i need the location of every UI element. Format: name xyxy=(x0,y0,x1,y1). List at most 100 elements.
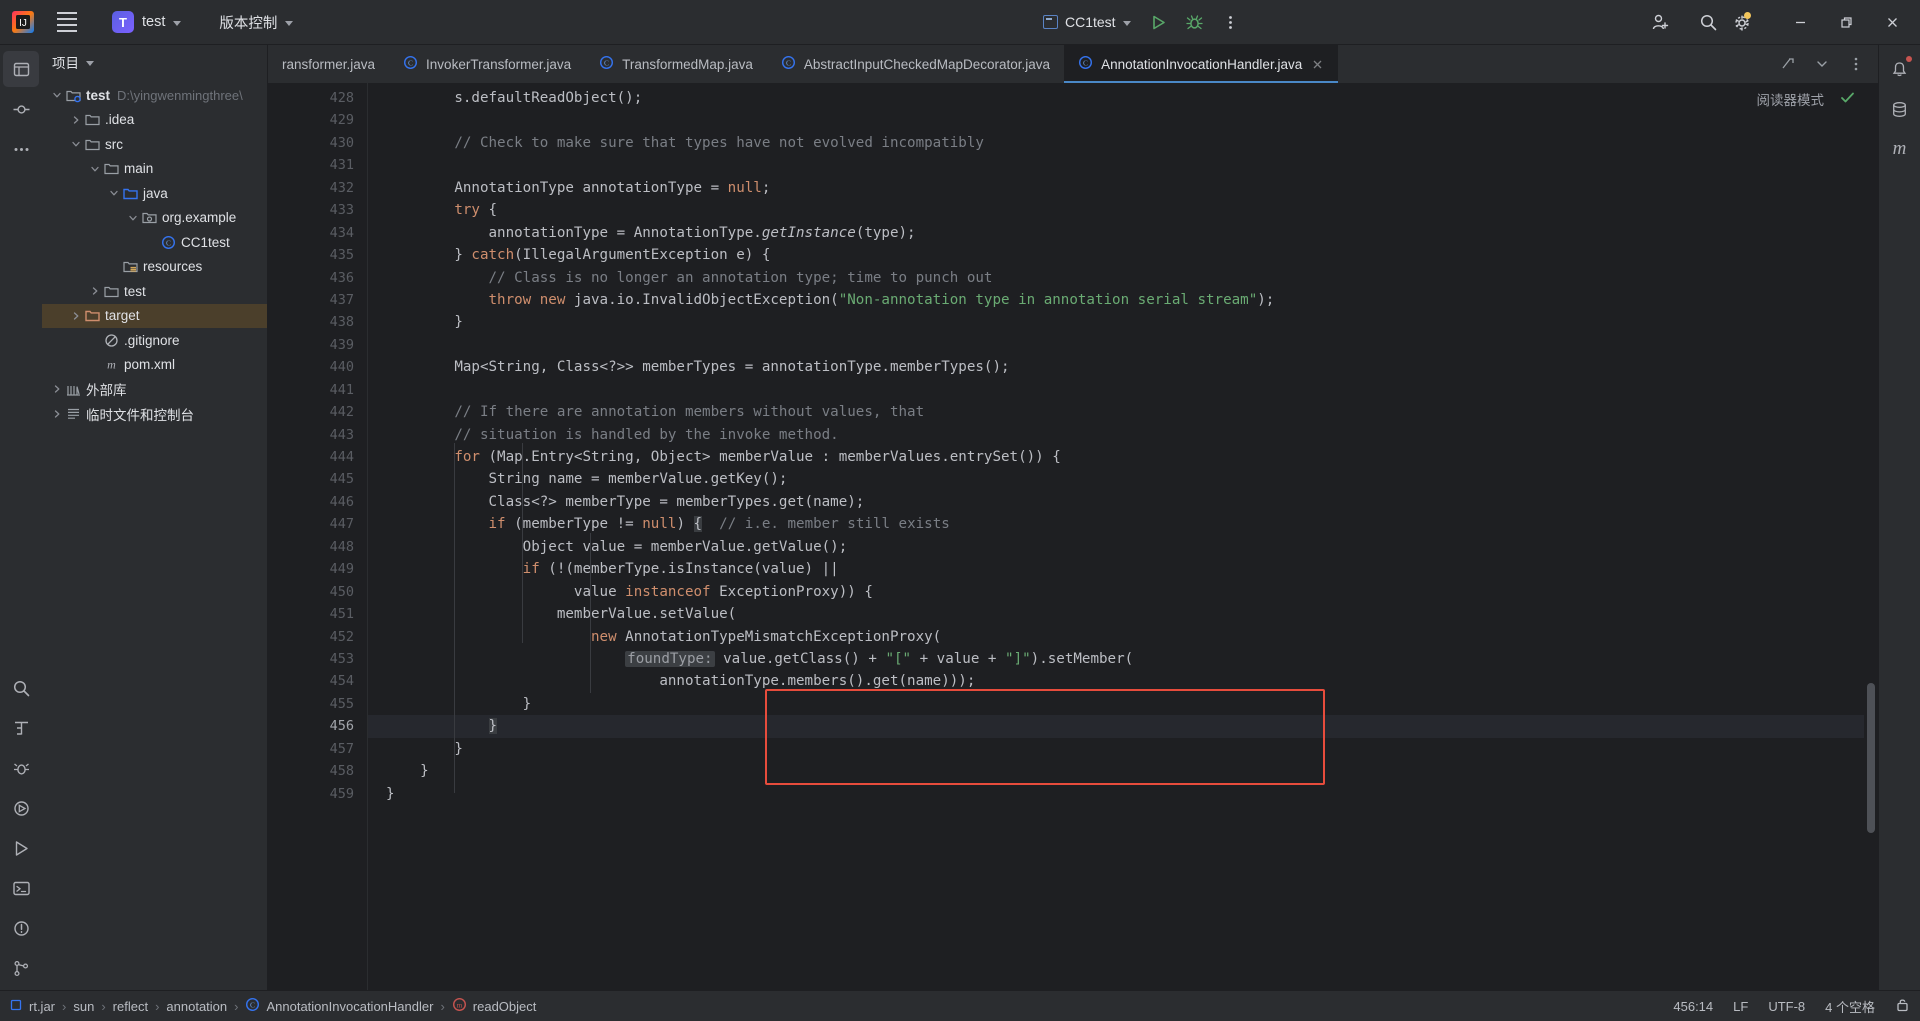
line-separator[interactable]: LF xyxy=(1733,999,1748,1014)
tree-expand-arrow[interactable] xyxy=(88,286,102,296)
search-everywhere-icon[interactable] xyxy=(3,670,39,706)
project-panel-header[interactable]: 项目 xyxy=(42,45,267,79)
code-line[interactable]: } catch(IllegalArgumentException e) { xyxy=(368,244,1864,266)
database-icon[interactable] xyxy=(1882,91,1918,127)
tree-expand-arrow[interactable] xyxy=(50,409,64,419)
code-line[interactable]: Class<?> memberType = memberTypes.get(na… xyxy=(368,491,1864,513)
caret-position[interactable]: 456:14 xyxy=(1673,999,1713,1014)
code-line[interactable]: // Class is no longer an annotation type… xyxy=(368,267,1864,289)
breadcrumb-item-3[interactable]: annotation xyxy=(166,999,227,1014)
structure-icon[interactable] xyxy=(3,710,39,746)
terminal-icon[interactable] xyxy=(3,870,39,906)
maven-icon[interactable]: m xyxy=(1882,131,1918,167)
code-line[interactable]: throw new java.io.InvalidObjectException… xyxy=(368,289,1864,311)
code-line[interactable]: memberValue.setValue( xyxy=(368,603,1864,625)
indent-setting[interactable]: 4 个空格 xyxy=(1825,997,1875,1016)
minimize-button[interactable] xyxy=(1778,2,1822,42)
tree-node-.gitignore[interactable]: .gitignore xyxy=(42,328,267,353)
code-content[interactable]: s.defaultReadObject(); // Check to make … xyxy=(368,83,1864,990)
project-window-icon[interactable] xyxy=(3,51,39,87)
code-line[interactable]: } xyxy=(368,311,1864,333)
code-line[interactable]: if (memberType != null) { // i.e. member… xyxy=(368,513,1864,535)
run-configuration-selector[interactable]: CC1test xyxy=(1035,11,1139,33)
more-actions-button[interactable] xyxy=(1215,6,1247,38)
tree-node-test[interactable]: test xyxy=(42,279,267,304)
tree-node-main[interactable]: main xyxy=(42,157,267,182)
code-line[interactable]: for (Map.Entry<String, Object> memberVal… xyxy=(368,446,1864,468)
close-tab-icon[interactable] xyxy=(1310,57,1324,71)
gear-icon[interactable] xyxy=(1726,6,1758,38)
tree-node-.idea[interactable]: .idea xyxy=(42,108,267,133)
search-icon[interactable] xyxy=(1692,6,1724,38)
tree-node-src[interactable]: src xyxy=(42,132,267,157)
tree-expand-arrow[interactable] xyxy=(88,164,102,174)
main-menu-button[interactable] xyxy=(50,5,84,39)
code-line[interactable] xyxy=(368,379,1864,401)
editor-tab-3[interactable]: C AbstractInputCheckedMapDecorator.java xyxy=(767,45,1064,83)
more-tool-windows-icon[interactable] xyxy=(3,131,39,167)
code-line[interactable]: Object value = memberValue.getValue(); xyxy=(368,536,1864,558)
run-button[interactable] xyxy=(1143,6,1175,38)
services-icon[interactable] xyxy=(3,790,39,826)
breadcrumb-item-4[interactable]: C AnnotationInvocationHandler xyxy=(245,997,433,1015)
add-user-icon[interactable] xyxy=(1644,6,1676,38)
tab-list-chevron-icon[interactable] xyxy=(1806,48,1838,80)
tab-more-icon[interactable] xyxy=(1840,48,1872,80)
code-line[interactable]: if (!(memberType.isInstance(value) || xyxy=(368,558,1864,580)
maximize-restore-button[interactable] xyxy=(1824,2,1868,42)
editor-tab-2[interactable]: C TransformedMap.java xyxy=(585,45,767,83)
git-icon[interactable] xyxy=(3,950,39,986)
code-line[interactable]: annotationType.members().get(name))); xyxy=(368,670,1864,692)
tree-expand-arrow[interactable] xyxy=(126,213,140,223)
close-button[interactable] xyxy=(1870,2,1914,42)
notifications-icon[interactable] xyxy=(1882,51,1918,87)
code-line[interactable] xyxy=(368,154,1864,176)
file-encoding[interactable]: UTF-8 xyxy=(1768,999,1805,1014)
split-editor-icon[interactable] xyxy=(1772,48,1804,80)
code-line[interactable]: try { xyxy=(368,199,1864,221)
tree-expand-arrow[interactable] xyxy=(107,188,121,198)
tree-expand-arrow[interactable] xyxy=(69,115,83,125)
vcs-widget[interactable]: 版本控制 xyxy=(211,9,301,36)
breadcrumb-item-0[interactable]: rt.jar xyxy=(10,998,55,1014)
code-line[interactable]: // Check to make sure that types have no… xyxy=(368,132,1864,154)
breadcrumb-item-1[interactable]: sun xyxy=(73,999,94,1014)
code-line[interactable]: } xyxy=(368,783,1864,805)
code-editor[interactable]: 428 429 430 431 432 433 434 435 436 437 438 439 440 4… xyxy=(268,83,1878,990)
project-selector[interactable]: T test xyxy=(104,8,189,36)
commit-icon[interactable] xyxy=(3,91,39,127)
code-line[interactable]: } xyxy=(368,693,1864,715)
tree-node-test[interactable]: test D:\yingwenmingthree\ xyxy=(42,83,267,108)
code-line[interactable]: AnnotationType annotationType = null; xyxy=(368,177,1864,199)
debug-button[interactable] xyxy=(1179,6,1211,38)
tree-expand-arrow[interactable] xyxy=(69,139,83,149)
tree-node-cc1test[interactable]: C CC1test xyxy=(42,230,267,255)
tree-expand-arrow[interactable] xyxy=(69,311,83,321)
code-line[interactable] xyxy=(368,334,1864,356)
code-line[interactable]: String name = memberValue.getKey(); xyxy=(368,468,1864,490)
code-line[interactable]: value instanceof ExceptionProxy)) { xyxy=(368,581,1864,603)
tree-node-pom.xml[interactable]: m pom.xml xyxy=(42,353,267,378)
scrollbar-thumb[interactable] xyxy=(1867,683,1875,833)
code-line[interactable]: // situation is handled by the invoke me… xyxy=(368,424,1864,446)
code-line[interactable]: Map<String, Class<?>> memberTypes = anno… xyxy=(368,356,1864,378)
reader-mode-label[interactable]: 阅读器模式 xyxy=(1757,89,1825,109)
problems-icon[interactable] xyxy=(3,910,39,946)
run-icon[interactable] xyxy=(3,830,39,866)
tree-node-临时文件和控制台[interactable]: 临时文件和控制台 xyxy=(42,402,267,427)
debugger-icon[interactable] xyxy=(3,750,39,786)
editor-tab-0[interactable]: ransformer.java xyxy=(268,45,389,83)
code-line[interactable]: } xyxy=(368,715,1864,738)
code-line[interactable]: annotationType = AnnotationType.getInsta… xyxy=(368,222,1864,244)
code-line[interactable] xyxy=(368,109,1864,131)
code-line[interactable]: s.defaultReadObject(); xyxy=(368,87,1864,109)
tree-node-resources[interactable]: resources xyxy=(42,255,267,280)
tree-node-外部库[interactable]: 外部库 xyxy=(42,377,267,402)
code-line[interactable]: // If there are annotation members witho… xyxy=(368,401,1864,423)
tree-node-target[interactable]: target xyxy=(42,303,267,328)
code-line[interactable]: new AnnotationTypeMismatchExceptionProxy… xyxy=(368,626,1864,648)
code-line[interactable]: } xyxy=(368,760,1864,782)
editor-tab-4[interactable]: C AnnotationInvocationHandler.java xyxy=(1064,45,1339,83)
breadcrumb-item-2[interactable]: reflect xyxy=(113,999,148,1014)
tree-expand-arrow[interactable] xyxy=(50,90,64,100)
